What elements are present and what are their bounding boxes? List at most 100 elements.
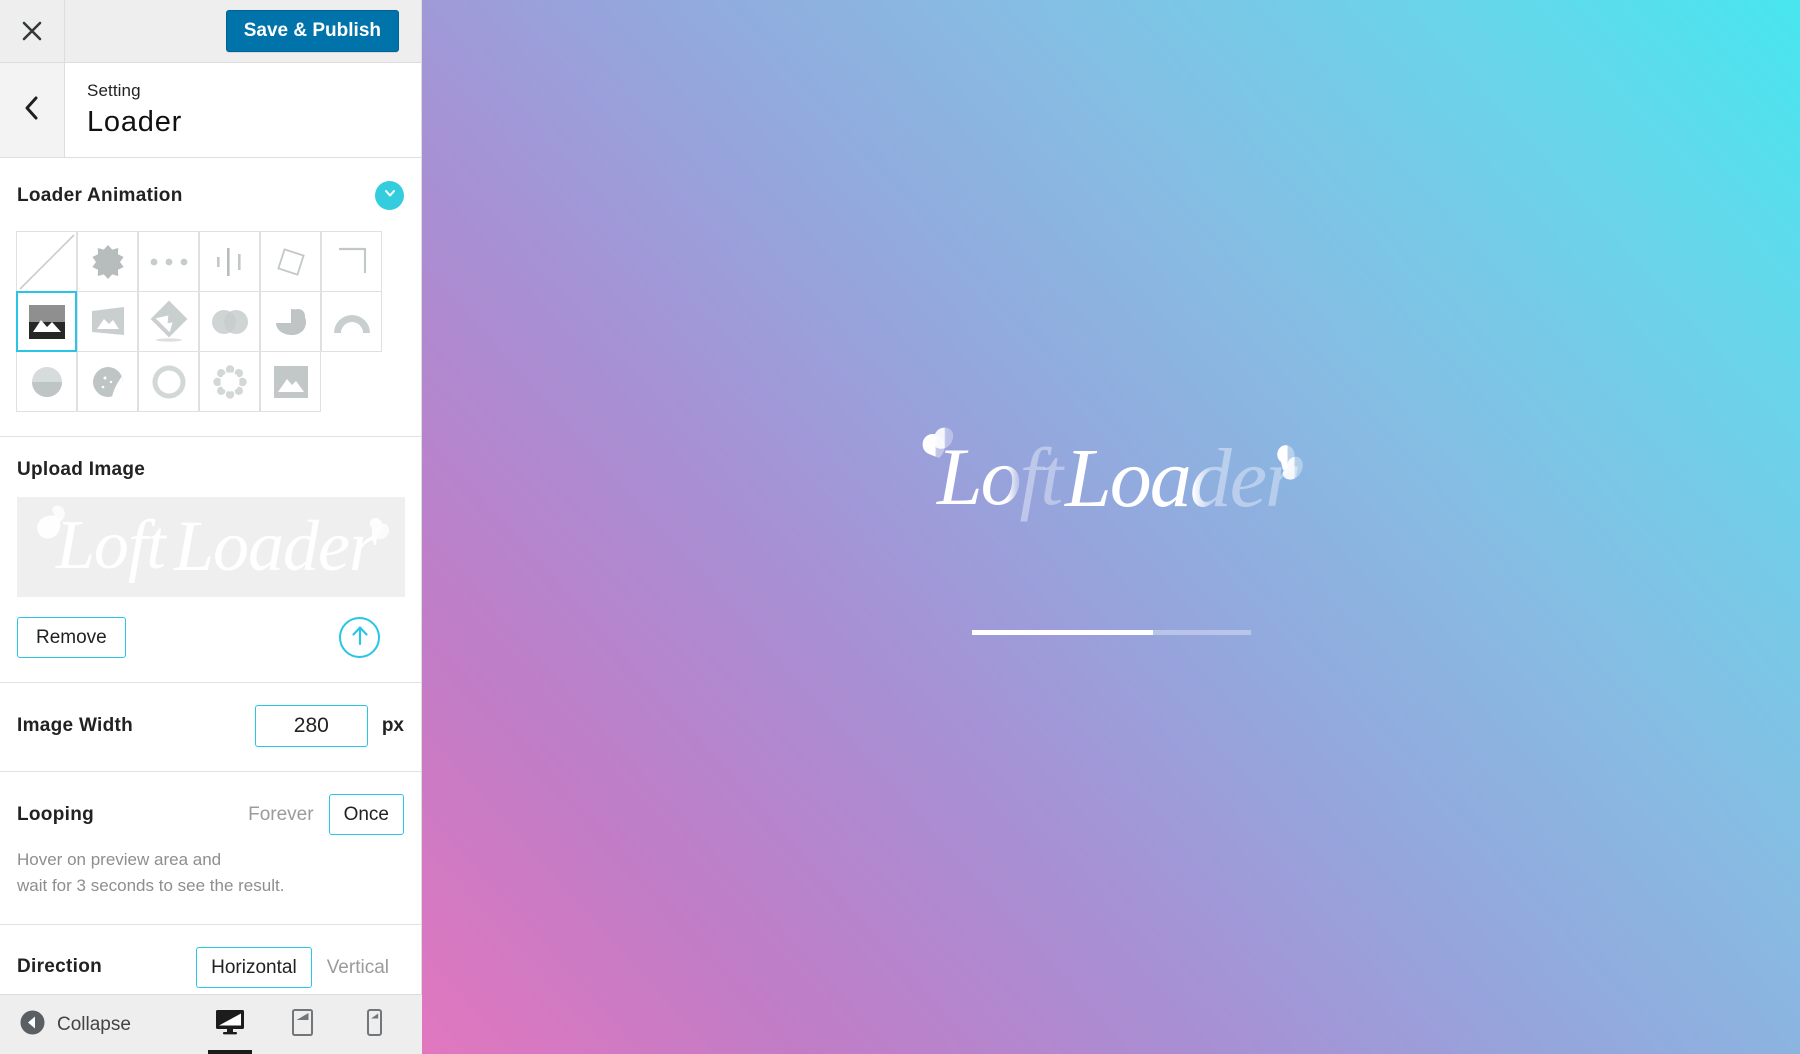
- looping-help-text: Hover on preview area and wait for 3 sec…: [17, 847, 404, 900]
- animation-option-half-circle[interactable]: [16, 351, 77, 412]
- animation-option-image-fill[interactable]: [16, 291, 77, 352]
- flower-ring-icon: [212, 364, 247, 399]
- svg-text:Loader: Loader: [173, 506, 378, 586]
- direction-option-horizontal[interactable]: Horizontal: [196, 946, 312, 988]
- animation-option-ring[interactable]: [138, 351, 199, 412]
- panel-title-block: Setting Loader: [65, 63, 182, 157]
- looping-option-forever[interactable]: Forever: [233, 794, 328, 835]
- mobile-icon: [366, 1008, 382, 1041]
- upload-arrow-icon: [349, 623, 371, 652]
- remove-image-button[interactable]: Remove: [17, 617, 126, 658]
- customizer-footer: Collapse: [0, 994, 422, 1054]
- chevron-down-icon: [382, 185, 398, 206]
- desktop-icon: [215, 1009, 245, 1040]
- loader-animation-header: Loader Animation: [17, 181, 404, 210]
- corner-bracket-icon: [336, 246, 368, 278]
- section-looping: Looping Forever Once Hover on preview ar…: [0, 772, 421, 925]
- preview-progress-fill: [971, 629, 1153, 635]
- image-width-label: Image Width: [17, 715, 134, 736]
- image-width-row: Image Width px: [17, 705, 404, 747]
- equalizer-bars-icon: [215, 245, 245, 279]
- arch-icon: [332, 311, 372, 333]
- device-tablet-button[interactable]: [280, 995, 324, 1054]
- save-and-publish-button[interactable]: Save & Publish: [225, 10, 399, 52]
- image-skew-icon: [89, 305, 127, 339]
- animation-option-blob[interactable]: [260, 291, 321, 352]
- image-width-unit: px: [381, 715, 404, 736]
- device-mobile-button[interactable]: [352, 995, 396, 1054]
- direction-label: Direction: [17, 956, 103, 978]
- panel-body: Loader Animation Upload Image Loft Loade…: [0, 159, 421, 994]
- rotating-square-icon: [274, 245, 308, 279]
- direction-row: Direction Horizontal Vertical: [17, 946, 404, 988]
- customizer-header: Save & Publish: [0, 0, 421, 63]
- close-icon: [20, 19, 44, 43]
- collapse-left-icon: [20, 1010, 45, 1040]
- preview-logo: Loft Loader: [915, 420, 1307, 540]
- animation-option-none[interactable]: [16, 231, 77, 292]
- svg-text:Loader: Loader: [1064, 432, 1298, 525]
- half-circle-icon: [31, 366, 63, 398]
- looping-option-once[interactable]: Once: [328, 794, 404, 835]
- section-upload-image: Upload Image Loft Loader Remove: [0, 437, 421, 683]
- customizer-sidebar: Save & Publish Setting Loader Loader Ani…: [0, 0, 422, 1054]
- device-desktop-button[interactable]: [208, 995, 252, 1054]
- section-image-width: Image Width px: [0, 683, 421, 772]
- uploaded-image-thumbnail: Loft Loader: [17, 497, 405, 597]
- collapse-label: Collapse: [57, 1013, 131, 1035]
- loftloader-logo: Loft Loader: [922, 427, 1303, 525]
- back-button[interactable]: [0, 63, 65, 157]
- section-loader-animation: Loader Animation: [0, 159, 421, 437]
- animation-option-flower-ring[interactable]: [199, 351, 260, 412]
- breadcrumb: Setting: [87, 81, 141, 100]
- device-preview-buttons: [208, 995, 422, 1054]
- loader-preview-stage: Loft Loader: [422, 0, 1800, 1054]
- animation-option-bars[interactable]: [199, 231, 260, 292]
- animation-option-cookie[interactable]: [77, 351, 138, 412]
- animation-option-overlap-circles[interactable]: [199, 291, 260, 352]
- looping-help-line-2: wait for 3 seconds to see the result.: [17, 876, 285, 896]
- animation-option-image-square[interactable]: [260, 351, 321, 412]
- image-width-input[interactable]: [254, 705, 368, 747]
- image-diamond-icon: [148, 300, 190, 344]
- cookie-icon: [92, 366, 124, 398]
- three-dots-icon: [149, 256, 189, 268]
- animation-option-image-skew[interactable]: [77, 291, 138, 352]
- upload-image-button[interactable]: [339, 617, 380, 658]
- live-preview-area[interactable]: Loft Loader: [422, 0, 1800, 1054]
- looping-label: Looping: [17, 803, 95, 825]
- image-square-icon: [273, 365, 308, 398]
- looping-help-line-1: Hover on preview area and: [17, 850, 222, 869]
- panel-title-row: Setting Loader: [0, 63, 421, 158]
- preview-progress-track: [971, 629, 1251, 635]
- loftloader-logo-thumb: Loft Loader: [37, 505, 390, 586]
- page-title: Loader: [87, 106, 183, 138]
- animation-option-rotating-square[interactable]: [260, 231, 321, 292]
- overlap-circles-icon: [210, 308, 250, 336]
- loader-animation-collapse-toggle[interactable]: [375, 181, 404, 210]
- loader-animation-label: Loader Animation: [17, 184, 183, 206]
- tablet-icon: [291, 1008, 313, 1041]
- loader-animation-grid: [16, 231, 383, 412]
- close-customizer-button[interactable]: [0, 0, 65, 63]
- ring-icon: [152, 365, 186, 399]
- chevron-left-icon: [22, 94, 42, 127]
- upload-image-label: Upload Image: [17, 459, 146, 480]
- image-fill-icon: [28, 304, 65, 339]
- customizer-screen: Save & Publish Setting Loader Loader Ani…: [0, 0, 1800, 1054]
- direction-option-vertical[interactable]: Vertical: [312, 947, 404, 988]
- animation-option-starburst[interactable]: [77, 231, 138, 292]
- collapse-sidebar-button[interactable]: Collapse: [0, 1010, 208, 1040]
- save-button-wrap: Save & Publish: [65, 10, 421, 52]
- starburst-icon: [91, 244, 125, 279]
- blob-bird-icon: [274, 307, 308, 337]
- animation-option-arch[interactable]: [321, 291, 382, 352]
- section-direction: Direction Horizontal Vertical: [0, 925, 421, 994]
- svg-text:Loft: Loft: [936, 431, 1065, 522]
- animation-option-image-diamond[interactable]: [138, 291, 199, 352]
- animation-option-three-dots[interactable]: [138, 231, 199, 292]
- looping-row: Looping Forever Once: [17, 794, 404, 835]
- upload-actions-row: Remove: [17, 617, 404, 658]
- animation-option-corner-bracket[interactable]: [321, 231, 382, 292]
- none-diagonal-icon: [18, 233, 76, 291]
